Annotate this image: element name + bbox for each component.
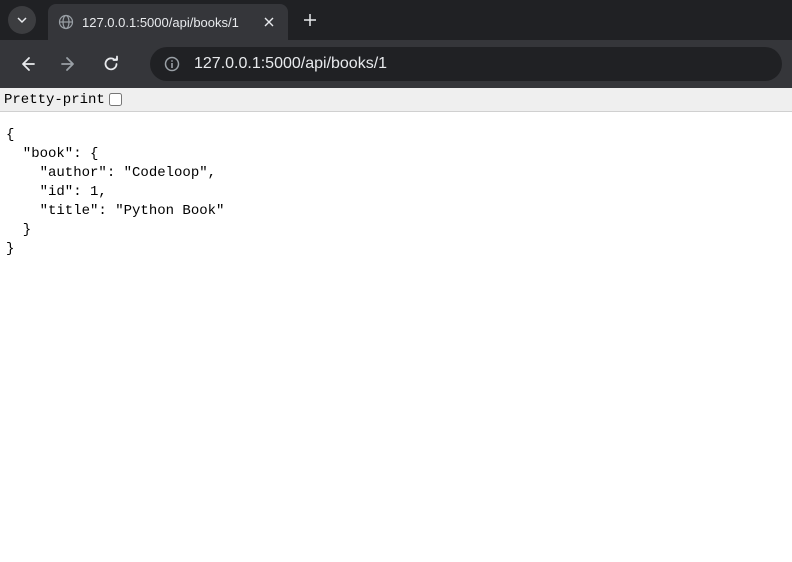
globe-icon: [58, 14, 74, 30]
browser-tab[interactable]: 127.0.0.1:5000/api/books/1: [48, 4, 288, 40]
back-button[interactable]: [10, 47, 44, 81]
pretty-print-bar: Pretty-print: [0, 88, 792, 112]
close-tab-button[interactable]: [260, 13, 278, 31]
close-icon: [264, 17, 274, 27]
arrow-right-icon: [60, 55, 78, 73]
info-icon: [164, 56, 180, 72]
response-body: { "book": { "author": "Codeloop", "id": …: [0, 112, 792, 273]
tab-title: 127.0.0.1:5000/api/books/1: [82, 15, 252, 30]
url-text: 127.0.0.1:5000/api/books/1: [194, 55, 387, 73]
pretty-print-label: Pretty-print: [4, 92, 105, 108]
new-tab-button[interactable]: [296, 6, 324, 34]
chevron-down-icon: [16, 14, 28, 26]
forward-button[interactable]: [52, 47, 86, 81]
pretty-print-checkbox[interactable]: [109, 93, 122, 106]
arrow-left-icon: [18, 55, 36, 73]
site-info-button[interactable]: [162, 54, 182, 74]
reload-button[interactable]: [94, 47, 128, 81]
tab-search-dropdown[interactable]: [8, 6, 36, 34]
reload-icon: [102, 55, 120, 73]
toolbar: 127.0.0.1:5000/api/books/1: [0, 40, 792, 88]
titlebar: 127.0.0.1:5000/api/books/1: [0, 0, 792, 40]
address-bar[interactable]: 127.0.0.1:5000/api/books/1: [150, 47, 782, 81]
plus-icon: [303, 13, 317, 27]
